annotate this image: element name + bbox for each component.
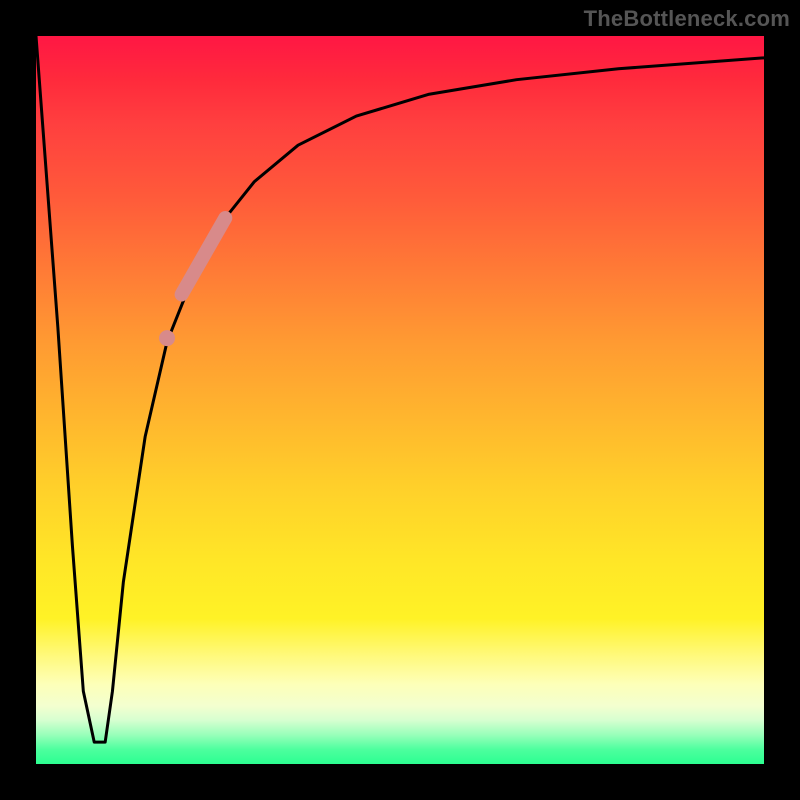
- plot-area: [36, 36, 764, 764]
- bottleneck-curve: [36, 36, 764, 742]
- watermark-text: TheBottleneck.com: [584, 6, 790, 32]
- marker-dot: [159, 330, 175, 346]
- marker-highlight: [182, 218, 226, 294]
- chart-svg: [36, 36, 764, 764]
- outer-frame: TheBottleneck.com: [0, 0, 800, 800]
